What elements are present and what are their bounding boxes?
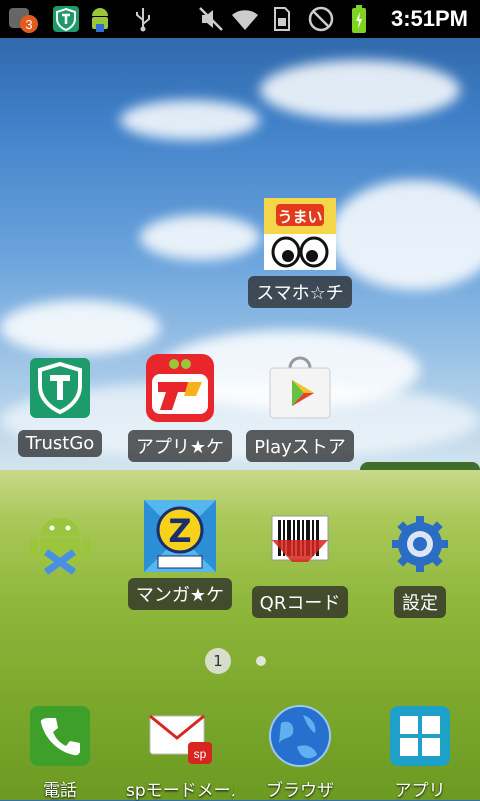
notification-count: 3 <box>25 17 32 32</box>
cloud <box>120 100 260 140</box>
dock-label: 電話 <box>43 781 77 801</box>
battery-charging-icon <box>348 4 370 34</box>
app-qr-code[interactable]: QRコード <box>240 508 360 618</box>
app-label: TrustGo <box>17 430 103 457</box>
trustgo-icon <box>50 4 82 34</box>
app-android-installer[interactable] <box>0 508 120 592</box>
app-manga-ke[interactable]: Z マンガ★ケ <box>120 500 240 610</box>
no-signal-icon <box>306 4 336 34</box>
cloud <box>0 300 160 355</box>
app-label: QRコード <box>251 586 349 618</box>
qr-code-icon <box>264 508 336 580</box>
android-icon <box>84 4 116 34</box>
app-appli-ke[interactable]: アプリ★ケ <box>120 352 240 462</box>
dock-apps[interactable]: アプリ <box>360 700 480 801</box>
app-label: アプリ★ケ <box>127 430 233 462</box>
app-play-store[interactable]: Playストア <box>240 352 360 462</box>
app-label: 設定 <box>394 586 446 618</box>
wifi-icon <box>230 4 260 34</box>
sim-icon <box>270 4 294 34</box>
status-bar[interactable]: 3 3:51PM <box>0 0 480 38</box>
dock-label: アプリ <box>394 781 446 801</box>
dock-label: ブラウザ <box>266 781 334 801</box>
notification-badge-icon: 3 <box>6 4 42 34</box>
cloud <box>260 60 460 120</box>
dock-browser[interactable]: ブラウザ <box>240 700 360 801</box>
browser-icon <box>264 700 336 772</box>
usb-icon <box>130 4 156 34</box>
phone-icon <box>24 700 96 772</box>
app-trustgo[interactable]: TrustGo <box>0 352 120 457</box>
settings-icon <box>384 508 456 580</box>
mute-icon <box>196 4 226 34</box>
dock-phone[interactable]: 電話 <box>0 700 120 801</box>
svg-text:うまい: うまい <box>277 208 322 226</box>
appli-icon <box>144 352 216 424</box>
svg-text:sp: sp <box>194 747 207 761</box>
app-label: スマホ☆チ <box>248 276 352 308</box>
manga-icon: Z <box>144 500 216 572</box>
page-indicator-current[interactable]: 1 <box>205 648 231 674</box>
umai-icon: うまい <box>264 198 336 270</box>
dock: 電話 sp spモードメール ブラウザ <box>0 690 480 801</box>
app-label: Playストア <box>246 430 354 462</box>
dock-mail[interactable]: sp spモードメール <box>120 700 240 801</box>
apps-grid-icon <box>384 700 456 772</box>
app-sumaho[interactable]: うまい スマホ☆チ <box>240 198 360 308</box>
page-indicator-dot[interactable] <box>256 656 266 666</box>
play-store-icon <box>264 352 336 424</box>
status-clock: 3:51PM <box>390 6 468 31</box>
mail-icon: sp <box>144 700 216 772</box>
page-indicator[interactable]: 1 <box>0 648 480 674</box>
svg-text:Z: Z <box>168 512 191 550</box>
app-settings[interactable]: 設定 <box>360 508 480 618</box>
dock-label: spモードメール <box>126 781 234 801</box>
trustgo-icon <box>24 352 96 424</box>
app-label: マンガ★ケ <box>127 578 233 610</box>
android-installer-icon <box>24 508 96 580</box>
